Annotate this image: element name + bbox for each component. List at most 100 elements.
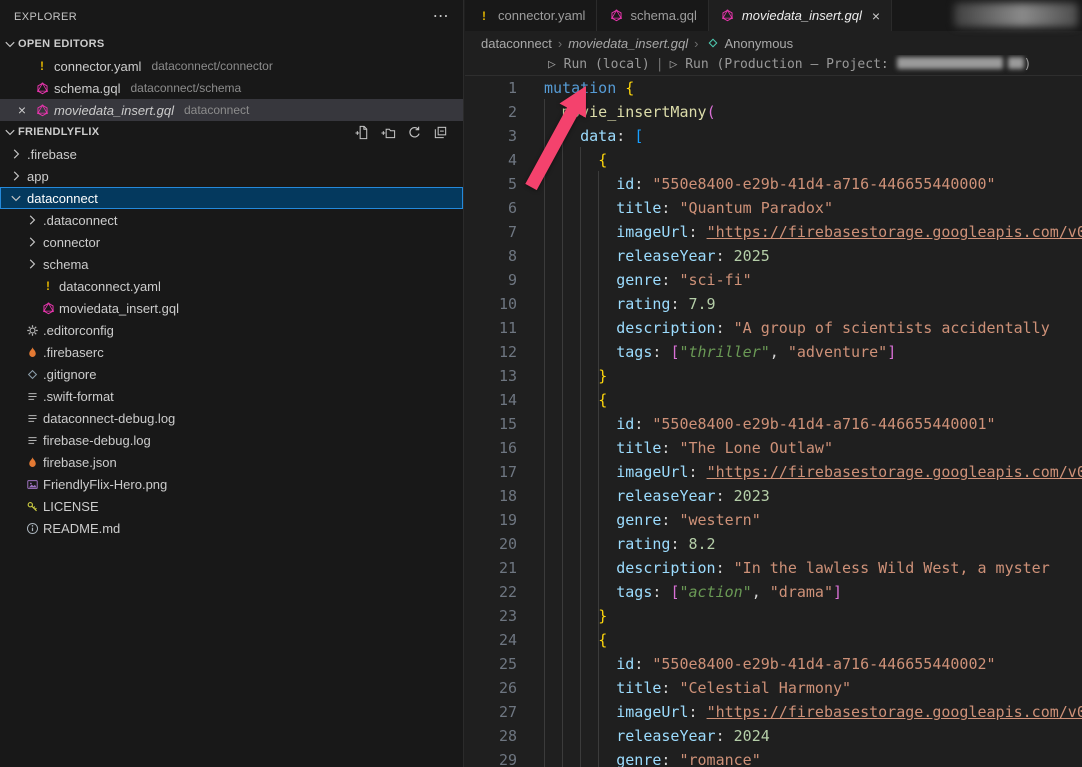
refresh-button[interactable] (405, 123, 423, 141)
tab-connector-yaml[interactable]: !connector.yaml (465, 0, 597, 31)
line-number: 12 (465, 340, 517, 364)
tree-item--dataconnect[interactable]: .dataconnect (0, 209, 463, 231)
tree-item--swift-format[interactable]: .swift-format (0, 385, 463, 407)
collapse-all-button[interactable] (431, 123, 449, 141)
line-content[interactable]: genre: "romance" (544, 748, 761, 767)
line-content[interactable]: title: "Celestial Harmony" (544, 676, 851, 700)
more-actions-icon[interactable]: ⋯ (433, 12, 449, 22)
line-content[interactable]: data: [ (544, 124, 643, 148)
line-content[interactable]: tags: ["thriller", "adventure"] (544, 340, 896, 364)
tree-item-dataconnect[interactable]: dataconnect (0, 187, 463, 209)
flame-icon (24, 344, 40, 360)
file-name: FriendlyFlix-Hero.png (43, 477, 167, 492)
code-line-29: 29 genre: "romance" (465, 748, 1082, 767)
tree-item-dataconnect-debug-log[interactable]: dataconnect-debug.log (0, 407, 463, 429)
line-content[interactable]: releaseYear: 2024 (544, 724, 770, 748)
breadcrumb-item-moviedata-insert-gql[interactable]: moviedata_insert.gql (568, 36, 688, 51)
tree-item--editorconfig[interactable]: .editorconfig (0, 319, 463, 341)
lines-icon (24, 410, 40, 426)
explorer-sidebar: EXPLORER ⋯ OPEN EDITORS !connector.yamld… (0, 0, 464, 767)
run-local-link[interactable]: ▷ Run (local) (548, 57, 650, 72)
graphql-icon (40, 300, 56, 316)
run-production-link[interactable]: ▷ Run (Production – Project: ) (670, 57, 1032, 72)
tree-item-firebase-debug-log[interactable]: firebase-debug.log (0, 429, 463, 451)
breadcrumb-item-anonymous[interactable]: Anonymous (705, 35, 794, 51)
line-content[interactable]: title: "The Lone Outlaw" (544, 436, 833, 460)
line-number: 11 (465, 316, 517, 340)
line-content[interactable]: releaseYear: 2025 (544, 244, 770, 268)
tree-item-schema[interactable]: schema (0, 253, 463, 275)
tree-item--gitignore[interactable]: .gitignore (0, 363, 463, 385)
tree-item-moviedata-insert-gql[interactable]: moviedata_insert.gql (0, 297, 463, 319)
line-content[interactable]: imageUrl: "https://firebasestorage.googl… (544, 220, 1082, 244)
line-content[interactable]: genre: "sci-fi" (544, 268, 752, 292)
line-content[interactable]: rating: 8.2 (544, 532, 716, 556)
line-content[interactable]: movie_insertMany( (544, 100, 716, 124)
tree-item--firebase[interactable]: .firebase (0, 143, 463, 165)
tab-label: connector.yaml (498, 8, 585, 23)
tree-item-firebase-json[interactable]: firebase.json (0, 451, 463, 473)
paren-close: ) (1024, 57, 1032, 72)
line-content[interactable]: title: "Quantum Paradox" (544, 196, 833, 220)
code-line-17: 17 imageUrl: "https://firebasestorage.go… (465, 460, 1082, 484)
close-editor-icon[interactable]: × (14, 102, 30, 118)
workspace-header[interactable]: FRIENDLYFLIX (0, 121, 463, 143)
line-content[interactable]: description: "A group of scientists acci… (544, 316, 1050, 340)
code-line-5: 5 id: "550e8400-e29b-41d4-a716-446655440… (465, 172, 1082, 196)
tab-moviedata-insert-gql[interactable]: moviedata_insert.gql× (709, 0, 892, 31)
breadcrumb-label: Anonymous (725, 36, 794, 51)
close-icon[interactable]: × (872, 8, 880, 24)
line-content[interactable]: id: "550e8400-e29b-41d4-a716-44665544000… (544, 412, 996, 436)
line-content[interactable]: tags: ["action", "drama"] (544, 580, 842, 604)
file-name: .firebaserc (43, 345, 104, 360)
file-name: LICENSE (43, 499, 99, 514)
redacted-project-id (897, 57, 1003, 69)
line-number: 21 (465, 556, 517, 580)
tree-item-app[interactable]: app (0, 165, 463, 187)
line-content[interactable]: releaseYear: 2023 (544, 484, 770, 508)
code-line-22: 22 tags: ["action", "drama"] (465, 580, 1082, 604)
line-content[interactable]: id: "550e8400-e29b-41d4-a716-44665544000… (544, 172, 996, 196)
chevron-right-icon (24, 256, 40, 272)
codelens: ▷ Run (local) | ▷ Run (Production – Projec… (465, 55, 1082, 76)
tab-schema-gql[interactable]: schema.gql (597, 0, 708, 31)
new-file-button[interactable] (353, 123, 371, 141)
open-editor-connector-yaml[interactable]: !connector.yamldataconnect/connector (0, 55, 463, 77)
line-number: 1 (465, 76, 517, 100)
file-name: firebase-debug.log (43, 433, 151, 448)
line-number: 15 (465, 412, 517, 436)
tree-item-connector[interactable]: connector (0, 231, 463, 253)
new-folder-button[interactable] (379, 123, 397, 141)
code-line-19: 19 genre: "western" (465, 508, 1082, 532)
line-content[interactable]: mutation { (544, 76, 634, 100)
yaml-warning-icon: ! (34, 58, 50, 74)
lines-icon (24, 388, 40, 404)
tree-item-license[interactable]: LICENSE (0, 495, 463, 517)
codelens-separator: | (656, 57, 664, 72)
line-content[interactable]: imageUrl: "https://firebasestorage.googl… (544, 460, 1082, 484)
open-editors-label: OPEN EDITORS (18, 38, 105, 50)
open-editor-schema-gql[interactable]: schema.gqldataconnect/schema (0, 77, 463, 99)
line-number: 22 (465, 580, 517, 604)
open-editors-header[interactable]: OPEN EDITORS (0, 33, 463, 55)
tree-item--firebaserc[interactable]: .firebaserc (0, 341, 463, 363)
tree-item-readme-md[interactable]: README.md (0, 517, 463, 539)
code-line-6: 6 title: "Quantum Paradox" (465, 196, 1082, 220)
chevron-right-icon (8, 168, 24, 184)
line-content[interactable]: genre: "western" (544, 508, 761, 532)
line-number: 19 (465, 508, 517, 532)
tree-item-friendlyflix-hero-png[interactable]: FriendlyFlix-Hero.png (0, 473, 463, 495)
line-content[interactable]: { (544, 148, 607, 172)
tree-item-dataconnect-yaml[interactable]: !dataconnect.yaml (0, 275, 463, 297)
chevron-right-icon (24, 212, 40, 228)
file-name: firebase.json (43, 455, 117, 470)
open-editor-moviedata-insert-gql[interactable]: ×moviedata_insert.gqldataconnect (0, 99, 463, 121)
breadcrumb: dataconnect›moviedata_insert.gql›Anonymo… (465, 31, 1082, 55)
line-content[interactable]: description: "In the lawless Wild West, … (544, 556, 1050, 580)
breadcrumb-item-dataconnect[interactable]: dataconnect (481, 36, 552, 51)
line-content[interactable]: rating: 7.9 (544, 292, 716, 316)
line-content[interactable]: imageUrl: "https://firebasestorage.googl… (544, 700, 1082, 724)
line-number: 10 (465, 292, 517, 316)
code-line-2: 2 movie_insertMany( (465, 100, 1082, 124)
line-content[interactable]: id: "550e8400-e29b-41d4-a716-44665544000… (544, 652, 996, 676)
